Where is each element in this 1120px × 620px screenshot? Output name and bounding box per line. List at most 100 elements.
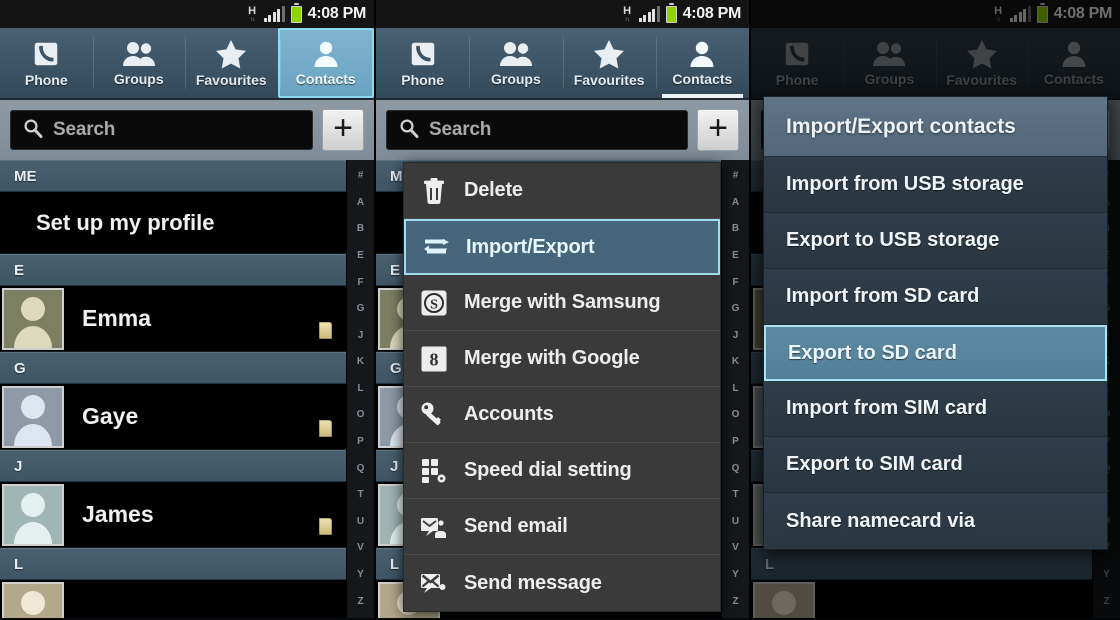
add-contact-button[interactable]: + [322, 109, 364, 151]
tab-label: Favourites [195, 71, 267, 88]
contact-name: Set up my profile [36, 209, 215, 235]
tab-phone[interactable]: Phone [376, 28, 469, 98]
contact-name: James [82, 501, 154, 527]
alpha-index-letter[interactable]: V [357, 543, 364, 553]
tab-favourites[interactable]: Favourites [185, 28, 278, 98]
alpha-index-letter[interactable]: # [733, 171, 739, 181]
alpha-index-letter[interactable]: F [357, 277, 363, 288]
alpha-index-letter[interactable]: P [357, 437, 364, 447]
alpha-index-letter[interactable]: A [357, 197, 364, 208]
search-input[interactable]: Search [10, 110, 313, 150]
alpha-index-letter[interactable]: J [358, 330, 364, 341]
tab-contacts[interactable]: Contacts [655, 28, 749, 98]
menu-item-import-export[interactable]: Import/Export [404, 219, 720, 275]
list-item[interactable] [0, 580, 346, 618]
list-item[interactable]: Gaye [0, 384, 346, 450]
tab-groups[interactable]: Groups [92, 28, 186, 98]
trash-icon [420, 177, 448, 205]
alpha-index-letter[interactable]: # [358, 171, 364, 181]
dialog-option-import-sim[interactable]: Import from SIM card [764, 381, 1107, 437]
dialog-option-label: Export to SD card [788, 341, 957, 364]
dialog-option-label: Import from SIM card [786, 397, 988, 419]
alpha-index-letter[interactable]: B [357, 224, 364, 234]
alpha-index-letter[interactable]: J [733, 330, 739, 341]
alpha-index-letter[interactable]: K [732, 357, 739, 367]
list-item-profile[interactable]: Set up my profile [0, 192, 346, 254]
search-row-1: Search + [0, 100, 374, 160]
alpha-index-letter[interactable]: K [357, 357, 364, 367]
alpha-index-letter[interactable]: G [357, 304, 365, 314]
alpha-index-letter[interactable]: A [732, 197, 739, 208]
alpha-index-letter[interactable]: B [732, 224, 739, 234]
alpha-index-letter[interactable]: T [732, 490, 738, 500]
tab-groups[interactable]: Groups [469, 28, 562, 98]
menu-item-delete[interactable]: Delete [404, 163, 720, 219]
status-bar-2: H ↑↓ 4:08 PM [376, 0, 749, 28]
menu-item-label: Import/Export [466, 235, 595, 258]
contacts-list-area-1: ME Set up my profile E Emma G Gaye J Jam… [0, 160, 374, 618]
clock-time: 4:08 PM [307, 5, 367, 22]
svg-text:8: 8 [430, 349, 439, 369]
google-g-icon: 8 [420, 345, 448, 373]
alpha-index-letter[interactable]: Y [732, 569, 739, 580]
alpha-index-letter[interactable]: P [732, 437, 739, 447]
search-input[interactable]: Search [386, 110, 688, 150]
alpha-index-letter[interactable]: Z [732, 596, 738, 607]
group-letter: L [390, 555, 400, 573]
menu-item-send-message[interactable]: Send message [404, 555, 720, 611]
alpha-index-letter[interactable]: T [357, 490, 363, 500]
alpha-index-letter[interactable]: Q [732, 463, 740, 474]
status-bar-1: H ↑↓ 4:08 PM [0, 0, 374, 28]
network-type-icon: H ↑↓ [248, 4, 256, 23]
avatar [2, 581, 64, 618]
menu-item-label: Merge with Samsung [464, 291, 661, 313]
alpha-index-letter[interactable]: O [732, 410, 740, 420]
alpha-index-scrubber-1[interactable]: # A B E F G J K L O P Q T U V Y Z [346, 160, 374, 618]
add-contact-button[interactable]: + [697, 109, 739, 151]
menu-item-speed-dial[interactable]: Speed dial setting [404, 443, 720, 499]
dialog-option-label: Share namecard via [786, 509, 975, 532]
list-item[interactable]: Emma [0, 286, 346, 352]
tab-favourites[interactable]: Favourites [562, 28, 656, 98]
menu-item-merge-google[interactable]: 8 Merge with Google [404, 331, 720, 387]
search-icon [23, 118, 43, 143]
avatar [2, 385, 64, 448]
tab-phone[interactable]: Phone [0, 28, 93, 98]
dialog-option-export-sd[interactable]: Export to SD card [764, 325, 1107, 381]
contacts-list[interactable]: ME Set up my profile E Emma G [0, 160, 346, 618]
alpha-index-letter[interactable]: Z [357, 596, 363, 607]
group-letter: E [390, 261, 401, 279]
contacts-options-menu[interactable]: Delete Import/Export S Merge with Samsun… [403, 162, 721, 612]
dialog-option-export-sim[interactable]: Export to SIM card [764, 437, 1107, 493]
dialog-option-share-namecard[interactable]: Share namecard via [764, 493, 1107, 549]
alpha-index-letter[interactable]: F [732, 277, 738, 288]
dialog-option-export-usb[interactable]: Export to USB storage [764, 213, 1107, 269]
tab-contacts[interactable]: Contacts [277, 28, 374, 98]
group-letter: J [390, 457, 399, 475]
samsung-s-icon: S [420, 289, 448, 317]
star-icon [593, 39, 625, 69]
svg-text:S: S [430, 297, 438, 312]
sim-card-icon [319, 322, 332, 339]
alpha-index-letter[interactable]: U [732, 516, 739, 527]
alpha-index-letter[interactable]: V [732, 543, 739, 553]
alpha-index-scrubber-2[interactable]: # A B E F G J K L O P Q T U V Y Z [721, 160, 749, 618]
menu-item-accounts[interactable]: Accounts [404, 387, 720, 443]
alpha-index-letter[interactable]: U [357, 516, 364, 527]
alpha-index-letter[interactable]: Q [357, 463, 365, 474]
menu-item-send-email[interactable]: Send email [404, 499, 720, 555]
alpha-index-letter[interactable]: L [732, 383, 738, 394]
search-placeholder: Search [53, 119, 116, 140]
alpha-index-letter[interactable]: G [732, 304, 740, 314]
alpha-index-letter[interactable]: E [357, 251, 364, 261]
list-item[interactable]: James [0, 482, 346, 548]
alpha-index-letter[interactable]: E [732, 251, 739, 261]
sim-card-icon [319, 420, 332, 437]
alpha-index-letter[interactable]: Y [357, 569, 364, 580]
menu-item-merge-samsung[interactable]: S Merge with Samsung [404, 275, 720, 331]
group-letter: E [14, 261, 25, 279]
alpha-index-letter[interactable]: O [357, 410, 365, 420]
alpha-index-letter[interactable]: L [357, 383, 363, 394]
dialog-option-import-usb[interactable]: Import from USB storage [764, 157, 1107, 213]
dialog-option-import-sd[interactable]: Import from SD card [764, 269, 1107, 325]
